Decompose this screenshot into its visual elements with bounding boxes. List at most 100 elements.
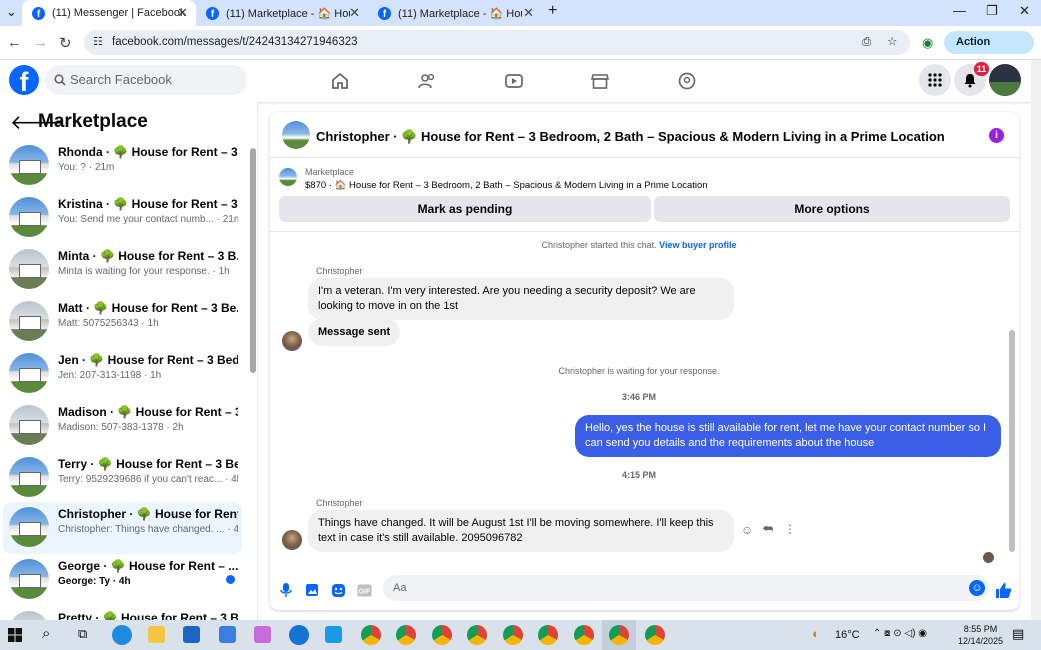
back-icon[interactable]: ← xyxy=(7,34,22,51)
facebook-header: f Search Facebook 11 xyxy=(0,60,1031,102)
task-view-icon[interactable]: ⧉ xyxy=(78,626,87,642)
mark-as-pending-button[interactable]: Mark as pending xyxy=(279,196,651,222)
view-buyer-profile-link[interactable]: View buyer profile xyxy=(659,240,736,250)
like-thumbs-up-icon[interactable] xyxy=(994,581,1012,599)
conversation-item[interactable]: Minta · 🌳 House for Rent – 3 B... Minta … xyxy=(3,244,242,296)
more-actions-icon[interactable]: ⋮ xyxy=(784,522,796,536)
incoming-message[interactable]: Message sent xyxy=(308,319,401,346)
avatar xyxy=(9,197,49,237)
tab-messenger[interactable]: f (11) Messenger | Facebook ✕ xyxy=(22,0,196,26)
facebook-logo[interactable]: f xyxy=(9,65,39,95)
bookmark-star-icon[interactable]: ☆ xyxy=(887,30,897,55)
chrome-icon[interactable] xyxy=(538,625,558,645)
conversation-item-unread[interactable]: George · 🌳 House for Rent – ... George: … xyxy=(3,554,242,606)
search-input[interactable]: Search Facebook xyxy=(45,65,247,95)
info-icon[interactable]: i xyxy=(989,128,1004,143)
emoji-icon[interactable]: ☺ xyxy=(969,580,985,596)
store-icon[interactable] xyxy=(219,626,236,643)
minimize-icon[interactable]: — xyxy=(953,3,966,18)
tab-marketplace-2[interactable]: f (11) Marketplace - 🏠 House fo ✕ xyxy=(370,0,542,26)
outlook-icon[interactable] xyxy=(183,626,200,643)
incoming-message[interactable]: I'm a veteran. I'm very interested. Are … xyxy=(308,278,734,320)
edge-icon[interactable] xyxy=(112,625,132,645)
windows-taskbar: ⌕ ⧉ ◐ 16°C ⌃ ⧇ ⊙ ◁) ◉ 8:55 PM 12/14/2025… xyxy=(0,620,1041,650)
conversation-item[interactable]: Jen · 🌳 House for Rent – 3 Bedr... Jen: … xyxy=(3,348,242,400)
maximize-icon[interactable]: ❐ xyxy=(986,3,998,19)
search-icon[interactable]: ⌕ xyxy=(42,625,50,642)
friends-icon[interactable] xyxy=(414,68,440,94)
file-explorer-icon[interactable] xyxy=(148,626,165,643)
chrome-icon[interactable] xyxy=(645,625,665,645)
tab-search-icon[interactable]: ⌄ xyxy=(6,4,17,20)
close-tab-icon[interactable]: ✕ xyxy=(177,5,188,21)
tab-marketplace-1[interactable]: f (11) Marketplace - 🏠 House fo ✕ xyxy=(196,0,368,26)
conversation-item[interactable]: Rhonda · 🌳 House for Rent – 3 ... You: ?… xyxy=(3,140,242,192)
chrome-icon[interactable] xyxy=(361,625,381,645)
reload-icon[interactable]: ↻ xyxy=(59,34,72,52)
chrome-icon[interactable] xyxy=(574,625,594,645)
listing-thumbnail[interactable] xyxy=(279,168,297,186)
outgoing-message[interactable]: Hello, yes the house is still available … xyxy=(575,415,1001,457)
photo-icon[interactable] xyxy=(303,581,321,599)
site-info-icon[interactable]: ☷ xyxy=(93,30,103,55)
marketplace-icon[interactable] xyxy=(587,68,613,94)
microphone-icon[interactable] xyxy=(277,581,295,599)
app-icon[interactable] xyxy=(325,626,342,643)
incoming-message[interactable]: Things have changed. It will be August 1… xyxy=(308,510,734,552)
conversation-item-active[interactable]: Christopher · 🌳 House for Rent ... Chris… xyxy=(3,502,242,554)
close-tab-icon[interactable]: ✕ xyxy=(349,5,360,21)
listing-summary[interactable]: $870 · 🏠 House for Rent – 3 Bedroom, 2 B… xyxy=(305,180,708,191)
message-input[interactable]: Aa ☺ xyxy=(383,575,989,601)
menu-grid-icon[interactable] xyxy=(919,64,951,96)
install-app-icon[interactable]: ⎙ xyxy=(862,30,871,55)
avatar xyxy=(9,457,49,497)
listing-avatar[interactable] xyxy=(282,121,310,149)
home-icon[interactable] xyxy=(327,68,353,94)
sidebar-scrollbar[interactable] xyxy=(250,148,256,373)
sticker-icon[interactable] xyxy=(329,581,347,599)
close-tab-icon[interactable]: ✕ xyxy=(523,5,534,21)
chrome-icon[interactable] xyxy=(467,625,487,645)
profile-icon[interactable]: ◉ xyxy=(922,35,933,51)
weather-icon[interactable]: ◐ xyxy=(812,626,820,641)
chrome-icon[interactable] xyxy=(609,625,629,645)
forward-icon[interactable]: → xyxy=(33,34,48,51)
conversation-item[interactable]: Kristina · 🌳 House for Rent – 3 ... You:… xyxy=(3,192,242,244)
conversation-item[interactable]: Matt · 🌳 House for Rent – 3 Be... Matt: … xyxy=(3,296,242,348)
windows-start-icon[interactable] xyxy=(8,628,22,642)
chat-title[interactable]: Christopher · 🌳 House for Rent – 3 Bedro… xyxy=(316,129,945,145)
address-bar[interactable]: ☷ facebook.com/messages/t/24243134271946… xyxy=(84,30,910,55)
new-tab-icon[interactable]: + xyxy=(548,2,557,20)
video-icon[interactable] xyxy=(501,68,527,94)
notification-center-icon[interactable]: ▤ xyxy=(1012,626,1024,642)
chrome-icon[interactable] xyxy=(432,625,452,645)
conversation-name: Rhonda · 🌳 House for Rent – 3 ... xyxy=(58,145,238,159)
chat-scrollbar[interactable] xyxy=(1009,330,1015,552)
system-clock[interactable]: 8:55 PM 12/14/2025 xyxy=(958,623,1003,647)
facebook-favicon-icon: f xyxy=(32,6,45,20)
tray-icons[interactable]: ⌃ ⧇ ⊙ ◁) ◉ xyxy=(873,628,927,639)
conversation-name: Pretty · 🌳 House for Rent – 3 B... xyxy=(58,611,238,620)
account-avatar[interactable] xyxy=(989,64,1021,96)
conversation-item[interactable]: Terry · 🌳 House for Rent – 3 Be... Terry… xyxy=(3,452,242,504)
react-emoji-icon[interactable]: ☺ xyxy=(741,523,753,537)
reply-icon[interactable]: ⮪ xyxy=(762,522,773,537)
chrome-icon[interactable] xyxy=(396,625,416,645)
weather-temperature[interactable]: 16°C xyxy=(835,629,860,641)
clock-date: 12/14/2025 xyxy=(958,636,1004,646)
action-required-button[interactable]: Action required ⋮ xyxy=(944,31,1034,71)
gif-icon[interactable]: GIF xyxy=(355,581,373,599)
chrome-icon[interactable] xyxy=(503,625,523,645)
close-window-icon[interactable]: ✕ xyxy=(1019,3,1030,19)
clock-time: 8:55 PM xyxy=(963,624,998,634)
app-icon[interactable] xyxy=(289,625,309,645)
conversation-item[interactable]: Madison · 🌳 House for Rent – 3... Madiso… xyxy=(3,400,242,452)
more-options-button[interactable]: More options xyxy=(654,196,1010,222)
page-scrollbar[interactable] xyxy=(1031,60,1041,620)
gaming-icon[interactable] xyxy=(674,68,700,94)
search-placeholder: Search Facebook xyxy=(70,72,172,87)
copilot-icon[interactable] xyxy=(254,626,271,643)
sender-avatar[interactable] xyxy=(282,530,302,550)
conversation-item[interactable]: Pretty · 🌳 House for Rent – 3 B... xyxy=(3,606,242,620)
sender-avatar[interactable] xyxy=(282,331,302,351)
